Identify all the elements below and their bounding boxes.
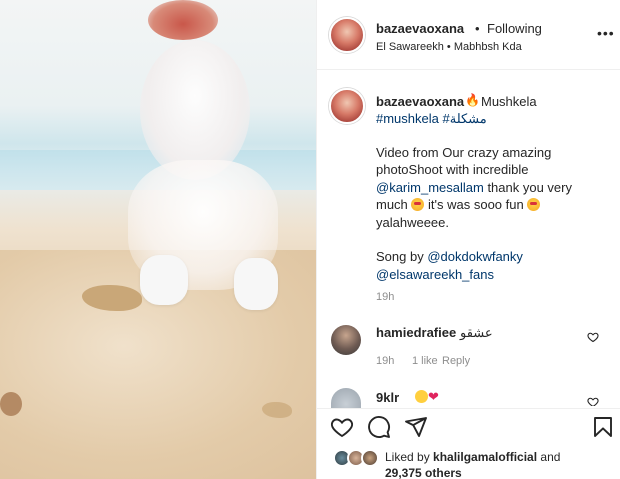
author-username[interactable]: bazaevaoxana (376, 21, 464, 36)
video-boot-right (234, 258, 278, 310)
caption-hashtags[interactable]: #mushkela #مشكلة (376, 111, 487, 127)
liked-by-avatars[interactable] (333, 449, 381, 467)
video-figure-hair (148, 0, 218, 40)
video-figure-body (140, 40, 250, 180)
post-actions-bar: Liked by khalilgamalofficial and 29,375 … (317, 408, 620, 479)
comment-username[interactable]: hamiedrafiee (376, 325, 456, 340)
save-bookmark-icon[interactable] (591, 415, 615, 439)
caption-body: Video from Our crazy amazing photoShoot … (376, 144, 576, 283)
author-avatar[interactable] (329, 17, 365, 53)
liked-by-prefix: Liked by (385, 450, 434, 464)
video-boot-left (140, 255, 188, 305)
comment-like-heart-icon[interactable] (587, 331, 599, 343)
post-sidebar: bazaevaoxana • Following El Sawareekh • … (317, 0, 620, 479)
post-video[interactable] (0, 0, 316, 479)
caption-line: Video from Our crazy amazing (376, 145, 552, 160)
separator-dot: • (475, 21, 480, 36)
like-heart-icon[interactable] (330, 415, 354, 439)
caption-line: Song by @dokdokwfanky (376, 248, 576, 265)
star-struck-emoji-icon (527, 198, 541, 212)
comment-reply-button[interactable]: Reply (442, 355, 470, 367)
comment-timestamp[interactable]: 19h (376, 355, 394, 367)
caption-title: Mushkela (481, 94, 537, 109)
caption-line: @karim_mesallam thank you very (376, 179, 576, 196)
caption-timestamp[interactable]: 19h (376, 291, 394, 303)
more-options-icon[interactable]: ••• (597, 25, 615, 41)
caption-text: thank you very (483, 179, 572, 195)
likes-count[interactable]: 29,375 others (385, 466, 462, 479)
caption-username[interactable]: bazaevaoxana (376, 94, 464, 109)
share-send-icon[interactable] (404, 415, 428, 439)
caption-avatar[interactable] (329, 88, 365, 124)
comment-bubble-icon[interactable] (367, 415, 391, 439)
caption-line: photoShoot with incredible (376, 162, 529, 178)
liked-by-mid: and (537, 450, 561, 464)
comment-like-heart-icon[interactable] (587, 396, 599, 406)
mention-link[interactable]: @dokdokwfanky (427, 249, 523, 264)
video-stone (0, 392, 22, 416)
caption-line: yalahweeee. (376, 214, 449, 230)
mention-link[interactable]: @karim_mesallam (376, 180, 484, 195)
comment-text: ❤ (415, 389, 439, 405)
heart-emoji: ❤ (428, 389, 439, 404)
liker-avatar (361, 449, 379, 467)
fire-emoji-icon: 🔥 (465, 93, 480, 107)
post-header: bazaevaoxana • Following El Sawareekh • … (317, 0, 620, 70)
following-button[interactable]: Following (487, 21, 542, 36)
post-location[interactable]: El Sawareekh • Mabhbsh Kda (376, 41, 522, 53)
comment-likes[interactable]: 1 like (412, 355, 438, 367)
commenter-avatar[interactable] (331, 325, 361, 355)
caption-text: Song by (376, 249, 428, 265)
liked-by-text: Liked by khalilgamalofficial and 29,375 … (385, 449, 615, 479)
comment-text: عشقو (460, 325, 493, 340)
star-struck-emoji-icon (411, 198, 425, 212)
commenter-avatar[interactable] (331, 388, 361, 408)
caption-text: much (376, 197, 412, 213)
liked-by-username[interactable]: khalilgamalofficial (433, 450, 537, 464)
caption-line: @elsawareekh_fans (376, 266, 576, 283)
mention-link[interactable]: @elsawareekh_fans (376, 267, 494, 282)
caption-text: it's was sooo fun (424, 197, 528, 213)
caption-line: much it's was sooo fun (376, 196, 576, 213)
worried-emoji-icon (415, 390, 428, 403)
comment-username[interactable]: 9klr (376, 390, 399, 405)
